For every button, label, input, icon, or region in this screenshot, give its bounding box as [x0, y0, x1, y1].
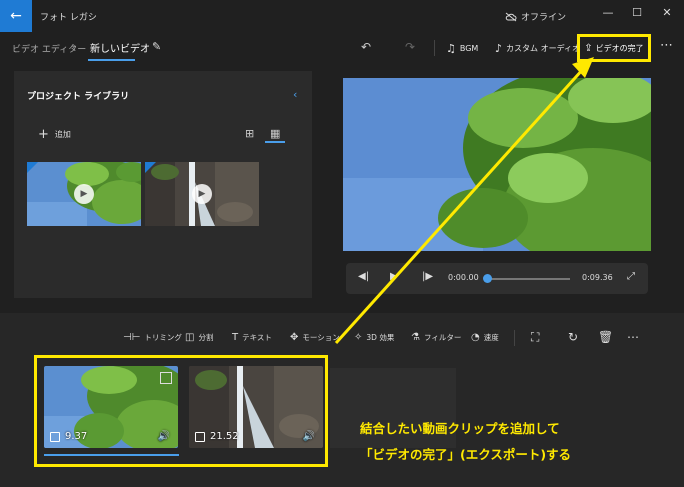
annotation-line-2: 「ビデオの完了」(エクスポート)する	[360, 447, 572, 462]
annotation-line-1: 結合したい動画クリップを追加して	[360, 421, 560, 436]
annotation-arrow	[334, 57, 594, 345]
